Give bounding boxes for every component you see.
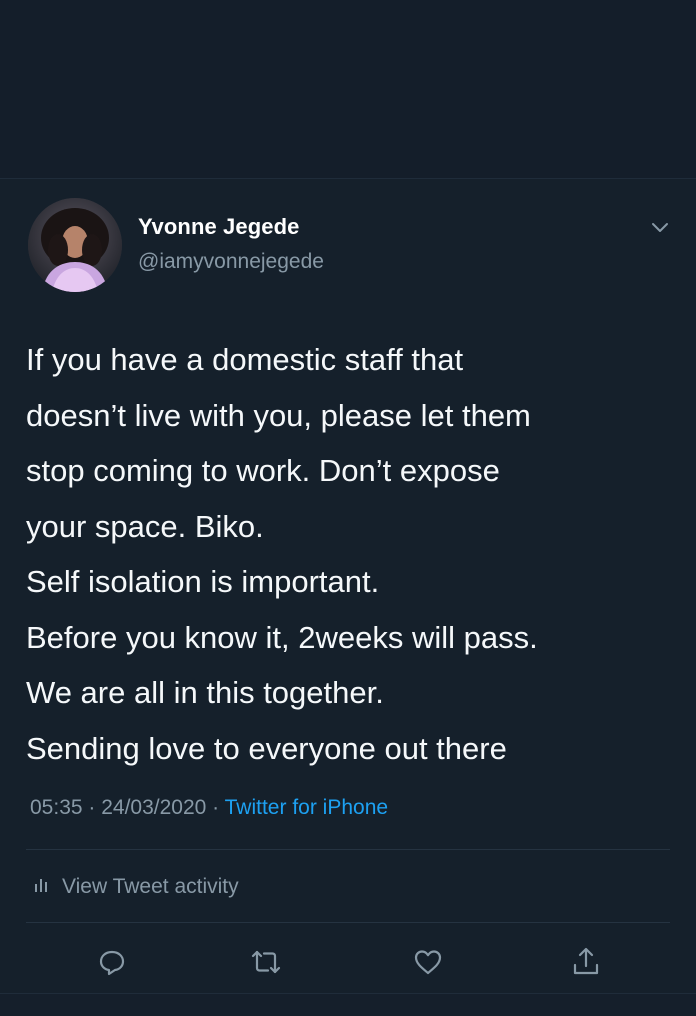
divider bbox=[26, 922, 670, 923]
empty-footer-area bbox=[0, 994, 696, 1016]
tweet-text-line: Self isolation is important. bbox=[26, 564, 380, 599]
tweet-text: If you have a domestic staff that doesn’… bbox=[26, 332, 676, 776]
tweet-meta: 05:35 · 24/03/2020 · Twitter for iPhone bbox=[30, 796, 388, 820]
avatar-image bbox=[28, 198, 122, 292]
divider bbox=[0, 178, 696, 179]
share-icon[interactable] bbox=[568, 944, 604, 980]
avatar[interactable] bbox=[28, 198, 122, 292]
meta-separator: · bbox=[82, 796, 102, 819]
tweet-text-line: your space. Biko. bbox=[26, 508, 264, 544]
divider bbox=[26, 849, 670, 850]
activity-label: View Tweet activity bbox=[62, 875, 239, 898]
tweet-screen: Yvonne Jegede @iamyvonnejegede If you ha… bbox=[0, 0, 696, 1016]
tweet-text-line: If you have a domestic staff that bbox=[26, 342, 464, 377]
retweet-icon[interactable] bbox=[248, 944, 284, 980]
tweet-time: 05:35 bbox=[30, 796, 83, 819]
chevron-down-icon[interactable] bbox=[646, 216, 674, 240]
tweet-text-line: stop coming to work. Don’t expose bbox=[26, 453, 500, 488]
tweet-date: 24/03/2020 bbox=[101, 796, 207, 819]
tweet-text-line: We are all in this together. bbox=[26, 675, 384, 710]
author-name[interactable]: Yvonne Jegede bbox=[138, 214, 299, 240]
tweet-source-link[interactable]: Twitter for iPhone bbox=[225, 796, 388, 819]
reply-icon[interactable] bbox=[94, 944, 130, 980]
view-tweet-activity-button[interactable]: View Tweet activity bbox=[32, 872, 239, 902]
author-handle[interactable]: @iamyvonnejegede bbox=[138, 250, 324, 274]
meta-separator: · bbox=[206, 796, 225, 819]
bar-chart-icon bbox=[32, 874, 52, 900]
tweet-text-line: Sending love to everyone out there bbox=[26, 730, 507, 766]
tweet-actions-bar bbox=[0, 938, 696, 988]
tweet-text-line: doesn’t live with you, please let them bbox=[26, 397, 531, 433]
empty-header-area bbox=[0, 0, 696, 178]
heart-icon[interactable] bbox=[410, 944, 446, 980]
tweet-text-line: Before you know it, 2weeks will pass. bbox=[26, 619, 538, 655]
